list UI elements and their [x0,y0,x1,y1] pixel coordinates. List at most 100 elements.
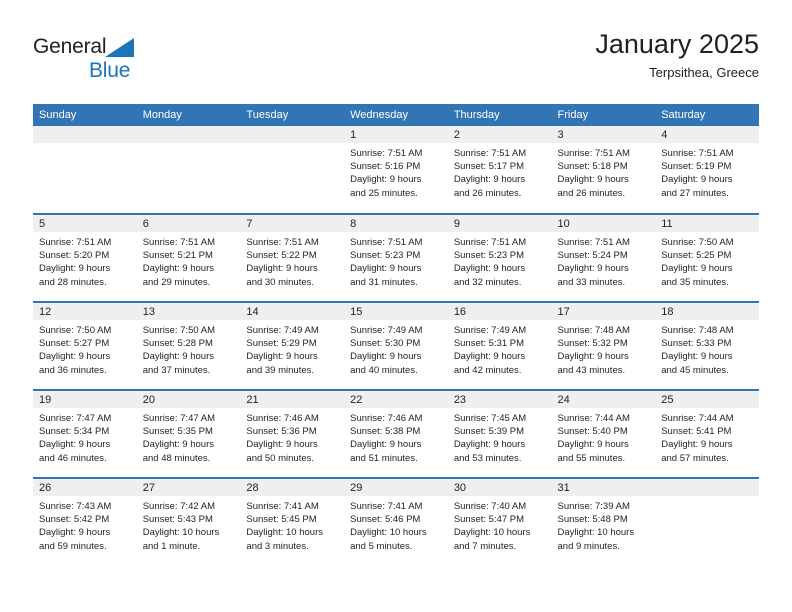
sunset-time: Sunset: 5:34 PM [39,426,110,438]
calendar-day-cell[interactable]: 15 Sunrise: 7:49 AM Sunset: 5:30 PM Dayligh… [344,301,448,390]
calendar-day-cell[interactable]: 19 Sunrise: 7:47 AM Sunset: 5:34 PM Dayligh… [33,389,137,478]
calendar-day-cell[interactable]: 14 Sunrise: 7:49 AM Sunset: 5:29 PM Dayligh… [240,301,345,390]
day-number: 25 [655,391,759,408]
day-number: 3 [551,126,656,143]
calendar-week-row: 26 Sunrise: 7:43 AM Sunset: 5:42 PM Dayligh… [33,477,759,566]
daylight-minutes: and 7 minutes. [453,540,517,552]
day-number [655,479,759,496]
sunrise-time: Sunrise: 7:49 AM [350,325,423,336]
daylight-minutes: and 46 minutes. [39,452,107,464]
day-number: 26 [33,479,137,496]
day-details: Sunrise: 7:49 AM Sunset: 5:30 PM Daylight:… [344,320,448,377]
calendar-day-cell[interactable]: 22 Sunrise: 7:46 AM Sunset: 5:38 PM Dayligh… [344,389,448,478]
calendar-day-cell[interactable]: 7 Sunrise: 7:51 AM Sunset: 5:22 PM Daylight… [240,213,345,302]
calendar-day-cell[interactable]: 21 Sunrise: 7:46 AM Sunset: 5:36 PM Dayligh… [240,389,345,478]
daylight-minutes: and 36 minutes. [39,364,107,376]
calendar-day-cell[interactable]: 5 Sunrise: 7:51 AM Sunset: 5:20 PM Daylight… [33,213,137,302]
daylight-hours: Daylight: 9 hours [557,263,629,275]
sunset-time: Sunset: 5:18 PM [557,161,628,173]
sunrise-time: Sunrise: 7:46 AM [246,413,319,424]
calendar-day-cell[interactable]: 11 Sunrise: 7:50 AM Sunset: 5:25 PM Dayligh… [655,213,759,302]
sunrise-time: Sunrise: 7:42 AM [142,501,216,512]
calendar-day-cell[interactable]: 20 Sunrise: 7:47 AM Sunset: 5:35 PM Dayligh… [136,389,241,478]
calendar-week-row: 12 Sunrise: 7:50 AM Sunset: 5:27 PM Dayligh… [33,301,759,390]
day-details: Sunrise: 7:51 AM Sunset: 5:20 PM Daylight:… [33,232,137,289]
calendar-day-cell[interactable]: 26 Sunrise: 7:43 AM Sunset: 5:42 PM Dayligh… [33,477,137,566]
calendar-day-cell[interactable]: 27 Sunrise: 7:42 AM Sunset: 5:43 PM Dayligh… [136,477,241,566]
calendar-day-cell[interactable]: 10 Sunrise: 7:51 AM Sunset: 5:24 PM Dayligh… [551,213,656,302]
day-number: 1 [344,126,448,143]
daylight-hours: Daylight: 9 hours [453,263,526,275]
calendar-day-cell[interactable]: 29 Sunrise: 7:41 AM Sunset: 5:46 PM Dayligh… [344,477,448,566]
calendar-day-cell[interactable]: 18 Sunrise: 7:48 AM Sunset: 5:33 PM Dayligh… [655,301,759,390]
day-details: Sunrise: 7:51 AM Sunset: 5:18 PM Daylight:… [552,143,656,200]
calendar-day-cell[interactable]: 31 Sunrise: 7:39 AM Sunset: 5:48 PM Dayligh… [551,477,656,566]
daylight-minutes: and 55 minutes. [557,452,626,464]
day-number: 19 [33,391,137,408]
calendar-day-cell[interactable]: 23 Sunrise: 7:45 AM Sunset: 5:39 PM Dayligh… [447,389,552,478]
calendar-day-cell-empty [136,126,241,214]
day-details: Sunrise: 7:44 AM Sunset: 5:41 PM Daylight:… [655,408,759,465]
calendar-day-cell[interactable]: 30 Sunrise: 7:40 AM Sunset: 5:47 PM Dayligh… [447,477,552,566]
page-subtitle-location: Terpsithea, Greece [649,65,759,80]
daylight-hours: Daylight: 9 hours [557,174,629,186]
daylight-hours: Daylight: 9 hours [246,351,318,363]
logo-text-blue: Blue [89,59,131,82]
daylight-minutes: and 59 minutes. [39,540,107,552]
calendar-day-cell[interactable]: 6 Sunrise: 7:51 AM Sunset: 5:21 PM Daylight… [136,213,241,302]
day-details: Sunrise: 7:50 AM Sunset: 5:27 PM Daylight:… [33,320,137,377]
sunrise-time: Sunrise: 7:51 AM [557,148,630,159]
sunrise-time: Sunrise: 7:49 AM [453,325,527,336]
day-number [136,126,241,143]
calendar-day-cell[interactable]: 3 Sunrise: 7:51 AM Sunset: 5:18 PM Daylight… [551,126,656,214]
day-number: 23 [447,391,552,408]
sunrise-time: Sunrise: 7:47 AM [142,413,216,424]
day-number [33,126,137,143]
weekday-header-tuesday: Tuesday [240,104,345,126]
calendar-day-cell[interactable]: 28 Sunrise: 7:41 AM Sunset: 5:45 PM Dayligh… [240,477,345,566]
calendar-day-cell-empty [33,126,137,214]
calendar-day-cell[interactable]: 16 Sunrise: 7:49 AM Sunset: 5:31 PM Dayligh… [447,301,552,390]
calendar-day-cell[interactable]: 4 Sunrise: 7:51 AM Sunset: 5:19 PM Daylight… [655,126,759,214]
day-details: Sunrise: 7:42 AM Sunset: 5:43 PM Daylight:… [137,496,241,553]
day-details: Sunrise: 7:51 AM Sunset: 5:16 PM Daylight:… [344,143,448,200]
day-details: Sunrise: 7:40 AM Sunset: 5:47 PM Daylight:… [448,496,552,553]
day-details: Sunrise: 7:51 AM Sunset: 5:22 PM Daylight:… [240,232,344,289]
calendar-day-cell[interactable]: 9 Sunrise: 7:51 AM Sunset: 5:23 PM Daylight… [447,213,552,302]
day-number: 27 [136,479,241,496]
daylight-hours: Daylight: 9 hours [453,174,526,186]
calendar-day-cell[interactable]: 13 Sunrise: 7:50 AM Sunset: 5:28 PM Dayligh… [136,301,241,390]
calendar-day-cell[interactable]: 1 Sunrise: 7:51 AM Sunset: 5:16 PM Daylight… [344,126,448,214]
daylight-minutes: and 45 minutes. [661,364,729,376]
sunset-time: Sunset: 5:16 PM [350,161,421,173]
calendar-day-cell[interactable]: 8 Sunrise: 7:51 AM Sunset: 5:23 PM Daylight… [344,213,448,302]
day-number: 9 [447,215,552,232]
day-details: Sunrise: 7:47 AM Sunset: 5:35 PM Daylight:… [137,408,241,465]
calendar-day-cell[interactable]: 12 Sunrise: 7:50 AM Sunset: 5:27 PM Dayligh… [33,301,137,390]
sunrise-time: Sunrise: 7:41 AM [246,501,319,512]
calendar-day-cell[interactable]: 25 Sunrise: 7:44 AM Sunset: 5:41 PM Dayligh… [655,389,759,478]
calendar-day-cell[interactable]: 17 Sunrise: 7:48 AM Sunset: 5:32 PM Dayligh… [551,301,656,390]
day-number: 15 [344,303,448,320]
day-details: Sunrise: 7:51 AM Sunset: 5:23 PM Daylight:… [344,232,448,289]
sunrise-time: Sunrise: 7:46 AM [350,413,423,424]
sunset-time: Sunset: 5:36 PM [246,426,317,438]
sunset-time: Sunset: 5:45 PM [246,514,317,526]
day-number: 13 [136,303,241,320]
sunset-time: Sunset: 5:22 PM [246,250,317,262]
sunrise-time: Sunrise: 7:51 AM [661,148,734,159]
daylight-minutes: and 57 minutes. [661,452,729,464]
day-details: Sunrise: 7:49 AM Sunset: 5:29 PM Daylight:… [240,320,344,377]
daylight-minutes: and 9 minutes. [557,540,620,552]
day-number: 7 [240,215,345,232]
daylight-hours: Daylight: 9 hours [453,351,526,363]
weekday-header-saturday: Saturday [655,104,759,126]
day-details: Sunrise: 7:47 AM Sunset: 5:34 PM Daylight:… [33,408,137,465]
calendar-day-cell[interactable]: 24 Sunrise: 7:44 AM Sunset: 5:40 PM Dayligh… [551,389,656,478]
calendar-day-cell[interactable]: 2 Sunrise: 7:51 AM Sunset: 5:17 PM Daylight… [447,126,552,214]
daylight-hours: Daylight: 9 hours [557,351,629,363]
day-number: 18 [655,303,759,320]
day-number: 16 [447,303,552,320]
day-details: Sunrise: 7:50 AM Sunset: 5:28 PM Daylight:… [137,320,241,377]
sunrise-time: Sunrise: 7:41 AM [350,501,423,512]
